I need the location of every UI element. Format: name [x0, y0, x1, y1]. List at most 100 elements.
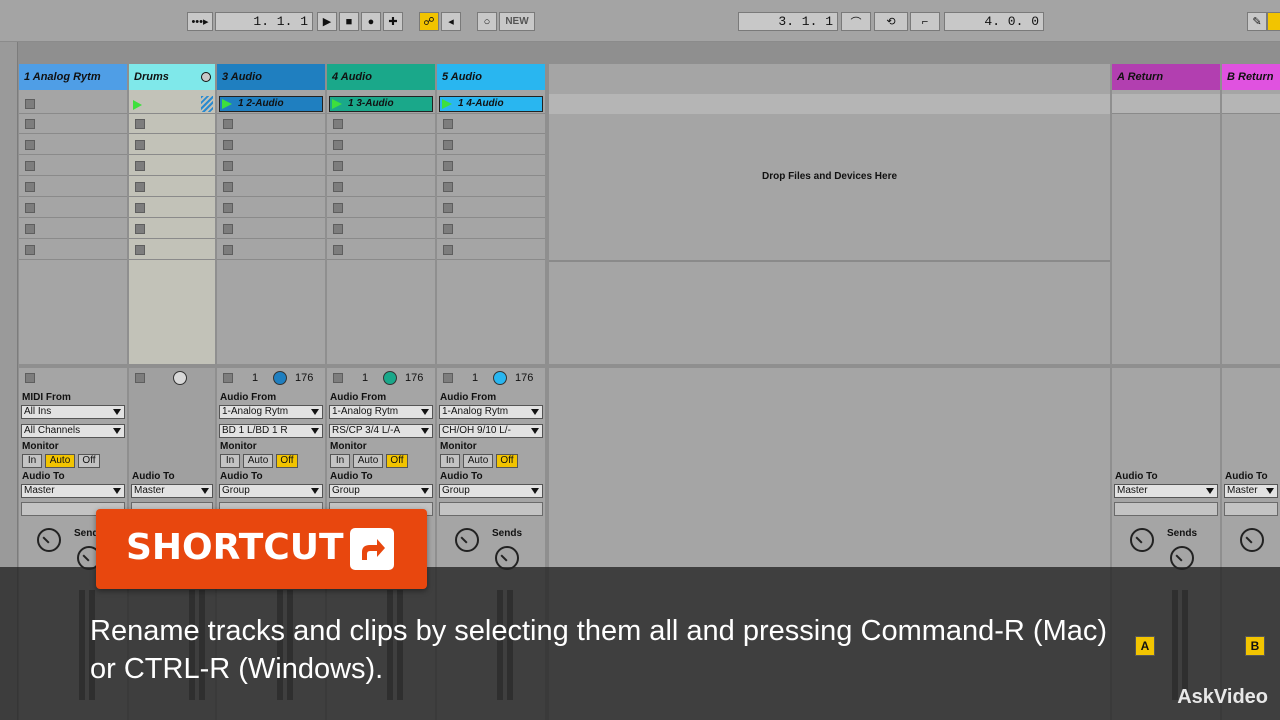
input-channel-select[interactable]: RS/CP 3/4 L/-A [329, 424, 433, 438]
clip-slot[interactable] [327, 114, 435, 134]
track-header[interactable]: 4 Audio [327, 64, 435, 90]
clip-stop-button[interactable] [443, 182, 453, 192]
clip[interactable]: 1 2-Audio [219, 96, 323, 112]
monitor-auto-button[interactable]: Auto [353, 454, 383, 468]
clip-stop-button[interactable] [443, 203, 453, 213]
stop-button[interactable] [25, 373, 35, 383]
punch-out-button[interactable]: ⌐ [910, 12, 940, 31]
clip-slot[interactable] [437, 240, 545, 260]
clip-stop-button[interactable] [135, 119, 145, 129]
clip-stop-button[interactable] [25, 119, 35, 129]
clip-slot[interactable] [217, 219, 325, 239]
clip-stop-button[interactable] [333, 161, 343, 171]
return-output-channel[interactable] [1114, 502, 1218, 516]
clip-stop-button[interactable] [25, 99, 35, 109]
new-button[interactable]: NEW [499, 12, 535, 31]
clip-slot[interactable] [437, 198, 545, 218]
group-play-icon[interactable] [133, 100, 142, 110]
clip[interactable]: 1 4-Audio [439, 96, 543, 112]
clip-slot[interactable] [19, 114, 127, 134]
clip-slot[interactable] [217, 240, 325, 260]
clip-slot[interactable] [19, 94, 127, 114]
clip-slot[interactable] [327, 198, 435, 218]
stop-button[interactable] [333, 373, 343, 383]
clip-stop-button[interactable] [25, 203, 35, 213]
clip-slot[interactable] [327, 219, 435, 239]
back-to-arrangement-button[interactable]: ◂ [441, 12, 461, 31]
monitor-off-button[interactable]: Off [276, 454, 298, 468]
clip-slot[interactable] [217, 135, 325, 155]
track-header[interactable]: 5 Audio [437, 64, 545, 90]
clip-stop-button[interactable] [25, 182, 35, 192]
clip-stop-button[interactable] [443, 245, 453, 255]
monitor-auto-button[interactable]: Auto [463, 454, 493, 468]
monitor-in-button[interactable]: In [440, 454, 460, 468]
clip-slot[interactable] [19, 135, 127, 155]
clip-slot[interactable] [327, 177, 435, 197]
loop-button[interactable]: ⟲ [874, 12, 908, 31]
loop-start-field[interactable]: 3. 1. 1 [738, 12, 838, 31]
track-activator[interactable] [493, 371, 507, 385]
clip-play-icon[interactable] [222, 99, 232, 109]
clip-stop-button[interactable] [135, 203, 145, 213]
output-select[interactable]: Group [439, 484, 543, 498]
record-button[interactable]: ● [361, 12, 381, 31]
clip-slot[interactable] [217, 114, 325, 134]
stop-button[interactable]: ■ [339, 12, 359, 31]
input-channel-select[interactable]: All Channels [21, 424, 125, 438]
return-output-channel[interactable] [1224, 502, 1278, 516]
track-header[interactable]: 1 Analog Rytm [19, 64, 127, 90]
clip-slot[interactable] [437, 135, 545, 155]
return-a-activator[interactable]: A [1135, 636, 1155, 656]
clip-stop-button[interactable] [223, 119, 233, 129]
stop-button[interactable] [443, 373, 453, 383]
clip-slot[interactable] [19, 156, 127, 176]
input-type-select[interactable]: 1-Analog Rytm [329, 405, 433, 419]
clip-stop-button[interactable] [135, 224, 145, 234]
return-b-activator[interactable]: B [1245, 636, 1265, 656]
clip-stop-button[interactable] [333, 182, 343, 192]
monitor-auto-button[interactable]: Auto [45, 454, 75, 468]
clip-stop-button[interactable] [223, 203, 233, 213]
clip-stop-button[interactable] [135, 140, 145, 150]
clip-slot[interactable] [437, 177, 545, 197]
clip-stop-button[interactable] [443, 161, 453, 171]
stop-button[interactable] [223, 373, 233, 383]
monitor-in-button[interactable]: In [220, 454, 240, 468]
clip-stop-button[interactable] [223, 140, 233, 150]
punch-in-button[interactable]: ⌒ [841, 12, 871, 31]
output-select[interactable]: Group [329, 484, 433, 498]
clip-stop-button[interactable] [443, 224, 453, 234]
clip-slot[interactable] [19, 177, 127, 197]
track-header[interactable]: 3 Audio [217, 64, 325, 90]
clip-slot[interactable] [19, 219, 127, 239]
clip-stop-button[interactable] [25, 161, 35, 171]
group-activator[interactable] [173, 371, 187, 385]
clip-stop-button[interactable] [135, 245, 145, 255]
clip-stop-button[interactable] [25, 140, 35, 150]
input-channel-select[interactable]: BD 1 L/BD 1 R [219, 424, 323, 438]
send-a-knob[interactable] [37, 528, 61, 552]
monitor-off-button[interactable]: Off [78, 454, 100, 468]
clip-slot[interactable] [217, 177, 325, 197]
return-header[interactable]: A Return [1112, 64, 1220, 90]
clip-stop-button[interactable] [333, 203, 343, 213]
clip-stop-button[interactable] [443, 119, 453, 129]
clip-slot[interactable] [327, 135, 435, 155]
clip-slot[interactable] [19, 198, 127, 218]
draw-mode-button[interactable]: ✎ [1247, 12, 1267, 31]
clip-stop-button[interactable] [135, 161, 145, 171]
monitor-auto-button[interactable]: Auto [243, 454, 273, 468]
return-output-select[interactable]: Master [1224, 484, 1278, 498]
output-select[interactable]: Master [21, 484, 125, 498]
clip-slot[interactable] [327, 156, 435, 176]
fold-icon[interactable] [201, 72, 211, 82]
clip-stop-button[interactable] [333, 119, 343, 129]
return-header[interactable]: B Return [1222, 64, 1280, 90]
clip[interactable]: 1 3-Audio [329, 96, 433, 112]
input-channel-select[interactable]: CH/OH 9/10 L/- [439, 424, 543, 438]
clip-slot[interactable] [437, 114, 545, 134]
drop-zone[interactable]: Drop Files and Devices Here [549, 64, 1110, 364]
track-activator[interactable] [273, 371, 287, 385]
arrangement-position-field[interactable]: 1. 1. 1 [215, 12, 313, 31]
